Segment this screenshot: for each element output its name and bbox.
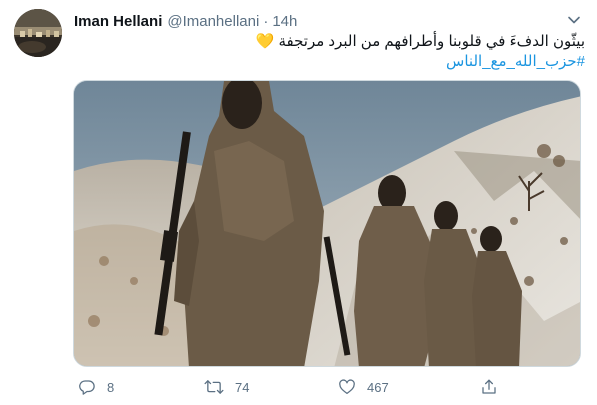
timestamp[interactable]: 14h	[272, 13, 297, 30]
tweet-actions: 8 74 467	[74, 376, 514, 398]
avatar-photo	[14, 9, 62, 57]
like-count: 467	[367, 379, 389, 395]
separator-dot: ·	[263, 12, 269, 30]
user-handle[interactable]: @Imanhellani	[167, 13, 259, 30]
reply-bubble-icon	[79, 380, 95, 395]
yellow-heart-emoji: 💛	[255, 33, 275, 50]
tweet-sentence: بيثّون الدفءَ في قلوبنا وأطرافهم من البر…	[278, 33, 585, 50]
more-options-button[interactable]	[563, 9, 585, 31]
tweet-text: بيثّون الدفءَ في قلوبنا وأطرافهم من البر…	[74, 32, 585, 72]
hashtag-link[interactable]: #حزب_الله_مع_الناس	[74, 52, 585, 72]
tweet-text-line: بيثّون الدفءَ في قلوبنا وأطرافهم من البر…	[74, 32, 585, 52]
share-icon	[482, 379, 496, 394]
like-button[interactable]: 467	[338, 376, 389, 398]
display-name[interactable]: Iman Hellani	[74, 13, 162, 30]
retweet-icon	[204, 380, 224, 394]
tweet-card[interactable]: Iman Hellani @Imanhellani · 14h بيثّون ا…	[0, 0, 597, 405]
tweet-header: Iman Hellani @Imanhellani · 14h	[74, 11, 557, 31]
retweet-button[interactable]: 74	[204, 376, 249, 398]
chevron-down-icon	[568, 16, 580, 24]
tweet-photo[interactable]	[73, 80, 581, 367]
retweet-count: 74	[235, 379, 250, 395]
reply-count: 8	[107, 379, 115, 395]
heart-icon	[339, 379, 355, 395]
soldiers-in-snow-photo	[74, 81, 580, 366]
reply-button[interactable]: 8	[78, 376, 114, 398]
share-button[interactable]	[480, 376, 498, 398]
avatar[interactable]	[14, 9, 62, 57]
